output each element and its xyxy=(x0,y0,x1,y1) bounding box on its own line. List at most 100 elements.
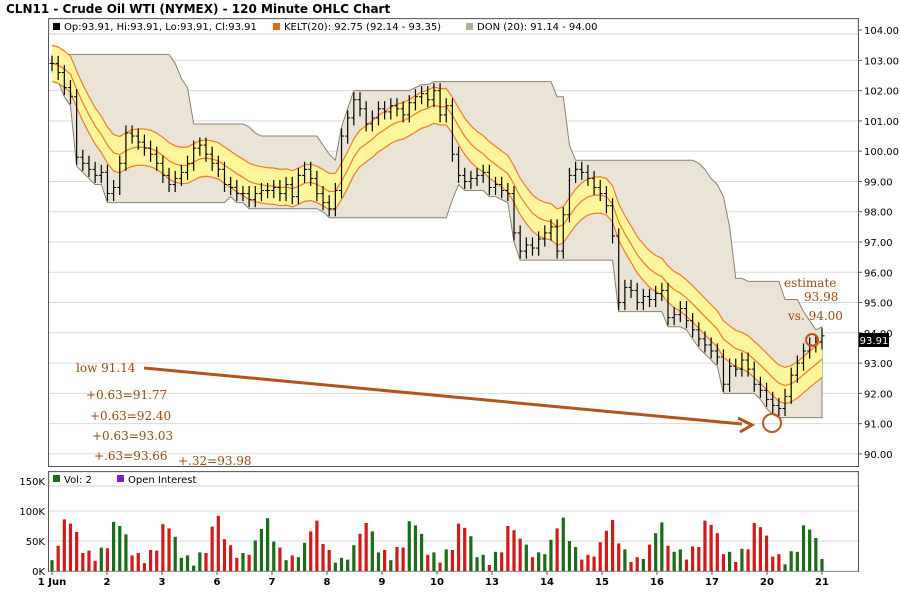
volume-bar xyxy=(290,555,294,571)
x-tick-label: 10 xyxy=(430,577,444,588)
volume-bar xyxy=(814,538,818,571)
volume-bar xyxy=(808,529,812,571)
volume-bar xyxy=(284,560,288,571)
volume-bar xyxy=(173,536,177,571)
volume-bar xyxy=(241,553,245,571)
volume-bar xyxy=(420,533,424,571)
ohlc-legend-swatch xyxy=(53,23,60,30)
volume-bar xyxy=(703,520,707,571)
volume-bar xyxy=(469,536,473,571)
volume-bar xyxy=(672,551,676,571)
x-tick-label: 1 Jun xyxy=(38,577,66,588)
kelt-legend-text: KELT(20): 92.75 (92.14 - 93.35) xyxy=(284,22,441,33)
volume-bar xyxy=(641,559,645,571)
step-annotation: +.32=93.98 xyxy=(178,454,252,468)
don-legend-swatch xyxy=(466,23,473,30)
volume-bar xyxy=(321,544,325,571)
volume-bar xyxy=(610,520,615,571)
volume-bar xyxy=(346,559,350,571)
volume-tick-label: 150K xyxy=(19,477,45,488)
volume-bar xyxy=(709,524,713,571)
volume-bar xyxy=(493,551,498,571)
x-tick-label: 2 xyxy=(104,577,111,588)
step-annotation: +0.63=91.77 xyxy=(86,388,167,402)
price-tick-label: 96.00 xyxy=(864,268,893,279)
volume-bar xyxy=(580,559,584,571)
volume-bar xyxy=(697,547,701,571)
volume-bar xyxy=(740,548,744,571)
volume-bar xyxy=(561,517,565,571)
volume-bar xyxy=(167,528,171,571)
estimate-annotation: estimate xyxy=(784,276,836,290)
volume-bar xyxy=(456,523,461,571)
volume-bar xyxy=(339,557,344,571)
volume-bar xyxy=(530,557,535,571)
volume-bar xyxy=(401,547,405,571)
price-tick-label: 90.00 xyxy=(864,450,893,461)
volume-bar xyxy=(654,533,658,571)
volume-bar xyxy=(660,522,664,571)
volume-bar xyxy=(161,524,165,571)
volume-bar xyxy=(777,554,781,571)
volume-bar xyxy=(68,523,73,571)
volume-bar xyxy=(198,552,202,571)
volume-bar xyxy=(518,538,522,571)
price-tick-label: 97.00 xyxy=(864,238,893,249)
volume-bar xyxy=(62,519,66,571)
x-tick-label: 14 xyxy=(540,577,554,588)
volume-bar xyxy=(50,560,54,571)
volume-bar xyxy=(444,549,448,571)
x-tick-label: 20 xyxy=(760,577,774,588)
volume-bar xyxy=(75,532,79,571)
volume-bar xyxy=(758,527,762,571)
volume-bar xyxy=(432,552,436,571)
ohlc-chart: 90.0091.0092.0093.0094.0095.0096.0097.00… xyxy=(19,18,899,588)
x-tick-label: 15 xyxy=(595,577,609,588)
volume-bar xyxy=(413,525,418,571)
volume-bar xyxy=(235,557,239,571)
oi-legend-text: Open Interest xyxy=(128,475,197,486)
volume-bar xyxy=(574,547,578,571)
volume-bar xyxy=(549,539,553,571)
volume-bar xyxy=(389,560,393,571)
last-price-label: 93.91 xyxy=(860,336,889,347)
volume-bar xyxy=(623,549,627,571)
x-tick-label: 7 xyxy=(269,577,276,588)
volume-legend: Vol: 2 Open Interest xyxy=(48,471,859,487)
volume-bar xyxy=(192,565,196,571)
x-tick-label: 17 xyxy=(705,577,719,588)
price-tick-label: 99.00 xyxy=(864,177,893,188)
volume-tick-label: 100K xyxy=(19,507,45,518)
x-axis: 1 Jun 2 3 6 7 8 9 10 13 14 15 16 17 20 21 xyxy=(38,571,829,588)
volume-bar xyxy=(81,553,85,571)
volume-bar xyxy=(352,545,356,571)
oi-legend-swatch xyxy=(117,475,124,482)
price-tick-label: 92.00 xyxy=(864,389,893,400)
volume-bar xyxy=(795,551,799,571)
volume-bar xyxy=(358,533,362,571)
price-axis: 90.0091.0092.0093.0094.0095.0096.0097.00… xyxy=(858,26,899,461)
volume-bar xyxy=(684,559,689,571)
volume-bar xyxy=(567,541,572,571)
volume-bar xyxy=(155,550,159,571)
step-annotation: +.63=93.66 xyxy=(94,449,168,463)
volume-bar xyxy=(783,564,787,571)
volume-bar xyxy=(635,557,639,571)
volume-bar xyxy=(204,553,208,571)
volume-bar xyxy=(259,529,264,571)
volume-bar xyxy=(629,562,633,571)
volume-bar xyxy=(383,550,387,571)
volume-bar xyxy=(715,533,719,571)
volume-bar xyxy=(247,554,251,571)
kelt-legend-swatch xyxy=(273,23,280,30)
estimate-annotation: vs. 94.00 xyxy=(787,309,843,323)
volume-bar xyxy=(438,562,442,571)
volume-bar xyxy=(691,546,695,571)
volume-bar xyxy=(475,557,479,571)
volume-bar xyxy=(272,541,276,571)
volume-bar xyxy=(463,527,467,571)
volume-bar xyxy=(721,554,726,571)
volume-bar xyxy=(118,526,122,571)
volume-bar xyxy=(450,550,454,571)
volume-bar xyxy=(229,545,233,571)
